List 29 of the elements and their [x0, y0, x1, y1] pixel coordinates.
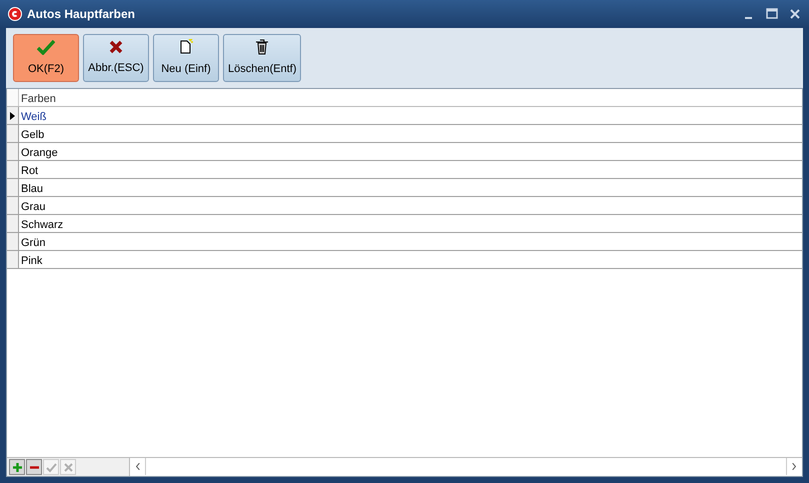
navigator-button[interactable] [26, 459, 42, 475]
table-cell[interactable]: Gelb [19, 125, 802, 142]
toolbar-button[interactable]: Abbr.(ESC) [83, 34, 149, 82]
toolbar-button[interactable]: Neu (Einf) [153, 34, 219, 82]
table-cell[interactable]: Grün [19, 233, 802, 250]
app-logo-icon [8, 7, 22, 21]
navigator-button[interactable] [9, 459, 25, 475]
table-cell[interactable]: Schwarz [19, 215, 802, 232]
table-cell[interactable]: Blau [19, 179, 802, 196]
row-pointer-icon [10, 112, 15, 120]
table-cell[interactable]: Grau [19, 197, 802, 214]
table-cell[interactable]: Pink [19, 251, 802, 268]
new-document-icon [178, 38, 194, 55]
plus-icon [12, 462, 22, 472]
table-cell[interactable]: Rot [19, 161, 802, 178]
table-cell[interactable]: Weiß [19, 107, 802, 124]
checkmark-icon [37, 38, 55, 55]
row-indicator[interactable] [7, 107, 19, 124]
trash-icon [255, 38, 270, 55]
cross-icon [109, 40, 123, 54]
column-header[interactable]: Farben [19, 89, 802, 106]
table-cell[interactable]: Orange [19, 143, 802, 160]
toolbar-button[interactable]: Löschen(Entf) [223, 34, 302, 82]
checkmark-icon [46, 462, 56, 472]
maximize-icon[interactable] [766, 8, 778, 20]
toolbar-button[interactable]: OK(F2) [13, 34, 79, 82]
close-icon[interactable] [789, 8, 801, 20]
cross-icon [62, 462, 74, 472]
window-title: Autos Hauptfarben [27, 6, 135, 23]
